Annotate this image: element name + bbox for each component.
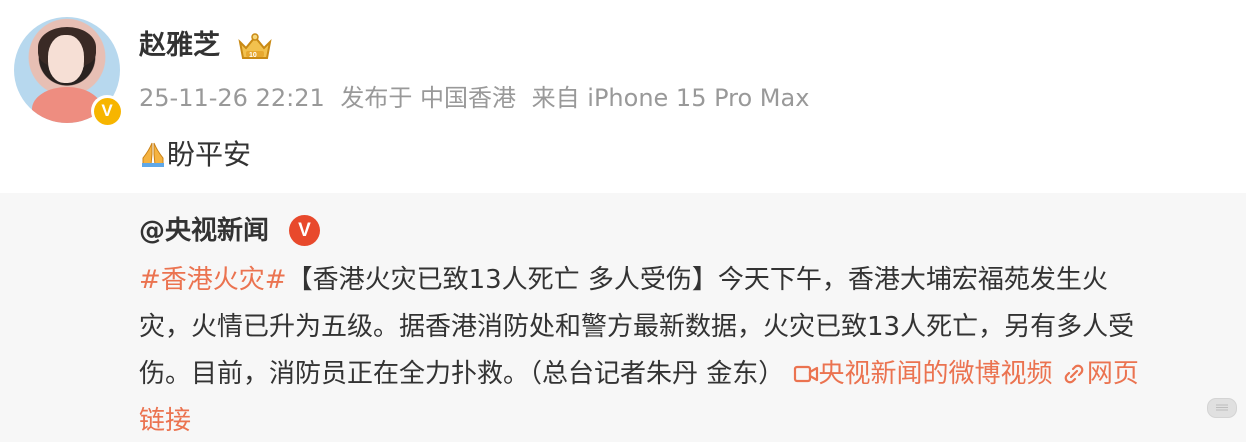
link-icon <box>1064 364 1084 384</box>
hashtag-link[interactable]: #香港火灾# <box>139 265 287 295</box>
repost-text-3: 伤。目前，消防员正在全力扑救。（总台记者朱丹 金东） <box>139 359 785 389</box>
praying-hands-emoji-icon <box>142 142 164 167</box>
post-location: 发布于 中国香港 <box>340 84 517 112</box>
repost-line: 灾，火情已升为五级。据香港消防处和警方最新数据，火灾已致13人死亡，另有多人受 <box>139 304 1229 351</box>
post-text: 盼平安 <box>139 137 251 173</box>
video-link[interactable]: 央视新闻的微博视频 <box>793 359 1061 389</box>
repost-line: 链接 <box>139 398 1229 445</box>
repost-author[interactable]: @央视新闻 <box>139 214 269 248</box>
verified-red-v-icon: V <box>289 215 320 246</box>
repost-text-1: 【香港火灾已致13人死亡 多人受伤】今天下午，香港大埔宏福苑发生火 <box>286 265 1108 295</box>
repost-line: 伤。目前，消防员正在全力扑救。（总台记者朱丹 金东） 央视新闻的微博视频 网页 <box>139 351 1229 398</box>
post-timestamp[interactable]: 25-11-26 22:21 <box>139 84 325 112</box>
post-body-text: 盼平安 <box>167 138 252 171</box>
video-link-label[interactable]: 央视新闻的微博视频 <box>819 359 1053 389</box>
verified-yellow-v-icon: V <box>91 95 123 127</box>
repost-line: #香港火灾#【香港火灾已致13人死亡 多人受伤】今天下午，香港大埔宏福苑发生火 <box>139 257 1229 304</box>
svg-text:10: 10 <box>249 52 257 59</box>
post-meta: 25-11-26 22:21 发布于 中国香港 来自 iPhone 15 Pro… <box>139 82 817 114</box>
author-name[interactable]: 赵雅芝 <box>139 28 220 64</box>
post-source: 来自 iPhone 15 Pro Max <box>531 84 810 112</box>
web-link-label-1[interactable]: 网页 <box>1087 359 1139 389</box>
web-link[interactable]: 网页 <box>1061 359 1139 389</box>
scroll-lines-icon <box>1216 404 1228 411</box>
video-icon <box>793 365 818 383</box>
crown-icon[interactable]: 10 <box>236 32 274 62</box>
web-link-label-2[interactable]: 链接 <box>139 406 191 436</box>
repost-text-2: 灾，火情已升为五级。据香港消防处和警方最新数据，火灾已致13人死亡，另有多人受 <box>139 312 1135 342</box>
repost-body: #香港火灾#【香港火灾已致13人死亡 多人受伤】今天下午，香港大埔宏福苑发生火 … <box>139 257 1229 445</box>
